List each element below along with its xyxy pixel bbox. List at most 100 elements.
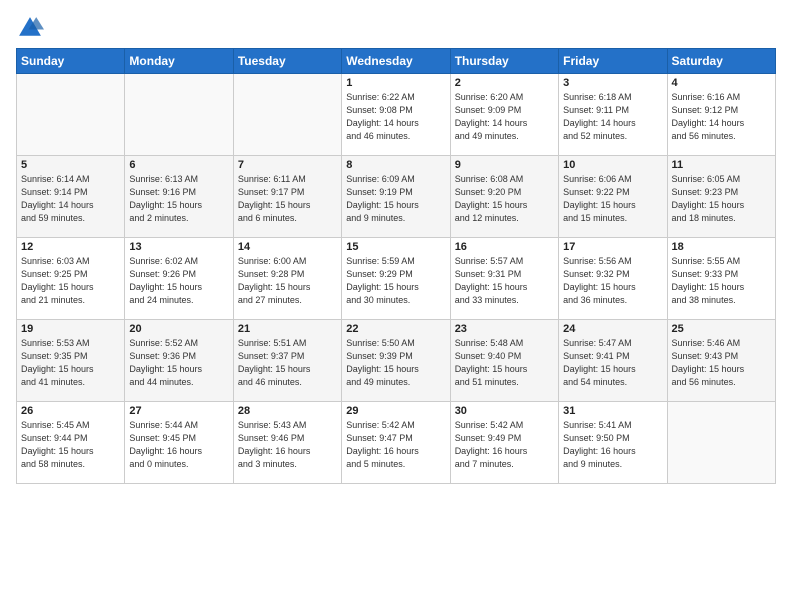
day-info: Sunrise: 5:41 AM Sunset: 9:50 PM Dayligh… bbox=[563, 419, 662, 471]
day-number: 26 bbox=[21, 405, 120, 417]
calendar-cell: 23 Sunrise: 5:48 AM Sunset: 9:40 PM Dayli… bbox=[450, 320, 558, 402]
day-info: Sunrise: 5:48 AM Sunset: 9:40 PM Dayligh… bbox=[455, 337, 554, 389]
day-info: Sunrise: 6:09 AM Sunset: 9:19 PM Dayligh… bbox=[346, 173, 445, 225]
calendar-cell bbox=[233, 74, 341, 156]
day-info: Sunrise: 6:03 AM Sunset: 9:25 PM Dayligh… bbox=[21, 255, 120, 307]
calendar-cell: 3Sunrise: 6:18 AM Sunset: 9:11 PM Daylig… bbox=[559, 74, 667, 156]
day-info: Sunrise: 6:05 AM Sunset: 9:23 PM Dayligh… bbox=[672, 173, 771, 225]
day-info: Sunrise: 6:18 AM Sunset: 9:11 PM Dayligh… bbox=[563, 91, 662, 143]
calendar-cell: 20 Sunrise: 5:52 AM Sunset: 9:36 PM Dayli… bbox=[125, 320, 233, 402]
day-number: 12 bbox=[21, 241, 120, 253]
day-info: Sunrise: 5:46 AM Sunset: 9:43 PM Dayligh… bbox=[672, 337, 771, 389]
day-header-wednesday: Wednesday bbox=[342, 49, 450, 74]
calendar-cell: 13Sunrise: 6:02 AM Sunset: 9:26 PM Dayli… bbox=[125, 238, 233, 320]
calendar-cell: 9Sunrise: 6:08 AM Sunset: 9:20 PM Daylig… bbox=[450, 156, 558, 238]
header bbox=[16, 10, 776, 42]
day-header-monday: Monday bbox=[125, 49, 233, 74]
calendar-cell: 12 Sunrise: 6:03 AM Sunset: 9:25 PM Dayli… bbox=[17, 238, 125, 320]
calendar-cell: 6 Sunrise: 6:13 AM Sunset: 9:16 PM Daylig… bbox=[125, 156, 233, 238]
day-number: 20 bbox=[129, 323, 228, 335]
calendar-cell: 14Sunrise: 6:00 AM Sunset: 9:28 PM Dayli… bbox=[233, 238, 341, 320]
calendar-cell: 2 Sunrise: 6:20 AM Sunset: 9:09 PM Daylig… bbox=[450, 74, 558, 156]
calendar-cell bbox=[17, 74, 125, 156]
day-number: 28 bbox=[238, 405, 337, 417]
day-header-sunday: Sunday bbox=[17, 49, 125, 74]
calendar-table: SundayMondayTuesdayWednesdayThursdayFrid… bbox=[16, 48, 776, 484]
calendar-cell bbox=[125, 74, 233, 156]
calendar-cell: 11 Sunrise: 6:05 AM Sunset: 9:23 PM Dayli… bbox=[667, 156, 775, 238]
day-info: Sunrise: 5:47 AM Sunset: 9:41 PM Dayligh… bbox=[563, 337, 662, 389]
page-container: SundayMondayTuesdayWednesdayThursdayFrid… bbox=[0, 0, 792, 494]
calendar-cell: 30Sunrise: 5:42 AM Sunset: 9:49 PM Dayli… bbox=[450, 402, 558, 484]
calendar-cell: 8 Sunrise: 6:09 AM Sunset: 9:19 PM Daylig… bbox=[342, 156, 450, 238]
calendar-cell: 28 Sunrise: 5:43 AM Sunset: 9:46 PM Dayli… bbox=[233, 402, 341, 484]
day-header-tuesday: Tuesday bbox=[233, 49, 341, 74]
day-number: 8 bbox=[346, 159, 445, 171]
day-info: Sunrise: 6:06 AM Sunset: 9:22 PM Dayligh… bbox=[563, 173, 662, 225]
calendar-cell: 29 Sunrise: 5:42 AM Sunset: 9:47 PM Dayli… bbox=[342, 402, 450, 484]
day-number: 19 bbox=[21, 323, 120, 335]
day-info: Sunrise: 5:59 AM Sunset: 9:29 PM Dayligh… bbox=[346, 255, 445, 307]
calendar-cell: 26 Sunrise: 5:45 AM Sunset: 9:44 PM Dayli… bbox=[17, 402, 125, 484]
day-number: 11 bbox=[672, 159, 771, 171]
calendar-cell: 17 Sunrise: 5:56 AM Sunset: 9:32 PM Dayli… bbox=[559, 238, 667, 320]
week-row-1: 1Sunrise: 6:22 AM Sunset: 9:08 PM Daylig… bbox=[17, 74, 776, 156]
calendar-cell: 31Sunrise: 5:41 AM Sunset: 9:50 PM Dayli… bbox=[559, 402, 667, 484]
day-number: 25 bbox=[672, 323, 771, 335]
calendar-cell: 1Sunrise: 6:22 AM Sunset: 9:08 PM Daylig… bbox=[342, 74, 450, 156]
day-number: 23 bbox=[455, 323, 554, 335]
calendar-cell: 24 Sunrise: 5:47 AM Sunset: 9:41 PM Dayli… bbox=[559, 320, 667, 402]
day-header-friday: Friday bbox=[559, 49, 667, 74]
day-number: 5 bbox=[21, 159, 120, 171]
week-row-2: 5 Sunrise: 6:14 AM Sunset: 9:14 PM Daylig… bbox=[17, 156, 776, 238]
calendar-cell bbox=[667, 402, 775, 484]
day-info: Sunrise: 6:20 AM Sunset: 9:09 PM Dayligh… bbox=[455, 91, 554, 143]
day-info: Sunrise: 5:56 AM Sunset: 9:32 PM Dayligh… bbox=[563, 255, 662, 307]
day-number: 22 bbox=[346, 323, 445, 335]
day-header-thursday: Thursday bbox=[450, 49, 558, 74]
calendar-cell: 22 Sunrise: 5:50 AM Sunset: 9:39 PM Dayli… bbox=[342, 320, 450, 402]
day-number: 17 bbox=[563, 241, 662, 253]
day-info: Sunrise: 6:02 AM Sunset: 9:26 PM Dayligh… bbox=[129, 255, 228, 307]
day-info: Sunrise: 5:50 AM Sunset: 9:39 PM Dayligh… bbox=[346, 337, 445, 389]
logo-icon bbox=[16, 14, 44, 42]
day-info: Sunrise: 5:42 AM Sunset: 9:47 PM Dayligh… bbox=[346, 419, 445, 471]
day-number: 14 bbox=[238, 241, 337, 253]
day-info: Sunrise: 5:45 AM Sunset: 9:44 PM Dayligh… bbox=[21, 419, 120, 471]
calendar-cell: 19 Sunrise: 5:53 AM Sunset: 9:35 PM Dayli… bbox=[17, 320, 125, 402]
calendar-cell: 25 Sunrise: 5:46 AM Sunset: 9:43 PM Dayli… bbox=[667, 320, 775, 402]
day-number: 27 bbox=[129, 405, 228, 417]
day-info: Sunrise: 5:44 AM Sunset: 9:45 PM Dayligh… bbox=[129, 419, 228, 471]
day-number: 2 bbox=[455, 77, 554, 89]
header-row: SundayMondayTuesdayWednesdayThursdayFrid… bbox=[17, 49, 776, 74]
calendar-cell: 18Sunrise: 5:55 AM Sunset: 9:33 PM Dayli… bbox=[667, 238, 775, 320]
day-number: 16 bbox=[455, 241, 554, 253]
logo bbox=[16, 14, 46, 42]
day-number: 21 bbox=[238, 323, 337, 335]
calendar-cell: 4 Sunrise: 6:16 AM Sunset: 9:12 PM Daylig… bbox=[667, 74, 775, 156]
calendar-cell: 27 Sunrise: 5:44 AM Sunset: 9:45 PM Dayli… bbox=[125, 402, 233, 484]
day-info: Sunrise: 6:22 AM Sunset: 9:08 PM Dayligh… bbox=[346, 91, 445, 143]
day-number: 24 bbox=[563, 323, 662, 335]
day-info: Sunrise: 5:51 AM Sunset: 9:37 PM Dayligh… bbox=[238, 337, 337, 389]
day-info: Sunrise: 6:14 AM Sunset: 9:14 PM Dayligh… bbox=[21, 173, 120, 225]
calendar-cell: 15Sunrise: 5:59 AM Sunset: 9:29 PM Dayli… bbox=[342, 238, 450, 320]
day-number: 9 bbox=[455, 159, 554, 171]
calendar-cell: 16Sunrise: 5:57 AM Sunset: 9:31 PM Dayli… bbox=[450, 238, 558, 320]
day-info: Sunrise: 6:16 AM Sunset: 9:12 PM Dayligh… bbox=[672, 91, 771, 143]
calendar-cell: 10Sunrise: 6:06 AM Sunset: 9:22 PM Dayli… bbox=[559, 156, 667, 238]
day-header-saturday: Saturday bbox=[667, 49, 775, 74]
week-row-3: 12 Sunrise: 6:03 AM Sunset: 9:25 PM Dayli… bbox=[17, 238, 776, 320]
day-info: Sunrise: 5:42 AM Sunset: 9:49 PM Dayligh… bbox=[455, 419, 554, 471]
day-number: 6 bbox=[129, 159, 228, 171]
day-number: 4 bbox=[672, 77, 771, 89]
day-info: Sunrise: 5:55 AM Sunset: 9:33 PM Dayligh… bbox=[672, 255, 771, 307]
day-info: Sunrise: 6:11 AM Sunset: 9:17 PM Dayligh… bbox=[238, 173, 337, 225]
week-row-5: 26 Sunrise: 5:45 AM Sunset: 9:44 PM Dayli… bbox=[17, 402, 776, 484]
calendar-cell: 21 Sunrise: 5:51 AM Sunset: 9:37 PM Dayli… bbox=[233, 320, 341, 402]
day-info: Sunrise: 5:53 AM Sunset: 9:35 PM Dayligh… bbox=[21, 337, 120, 389]
day-number: 29 bbox=[346, 405, 445, 417]
day-info: Sunrise: 5:52 AM Sunset: 9:36 PM Dayligh… bbox=[129, 337, 228, 389]
day-info: Sunrise: 5:43 AM Sunset: 9:46 PM Dayligh… bbox=[238, 419, 337, 471]
day-info: Sunrise: 6:13 AM Sunset: 9:16 PM Dayligh… bbox=[129, 173, 228, 225]
